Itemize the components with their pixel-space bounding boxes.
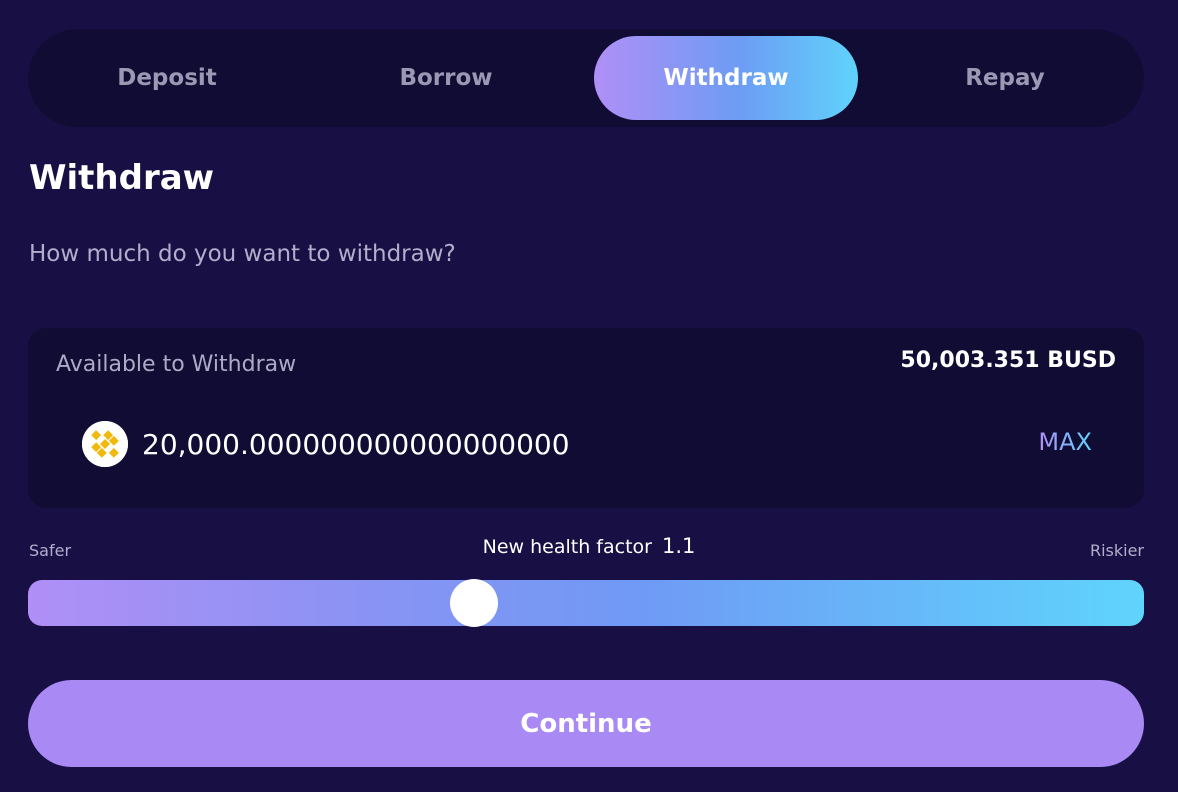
- busd-icon: [82, 421, 128, 467]
- available-label: Available to Withdraw: [56, 352, 297, 377]
- tab-borrow[interactable]: Borrow: [314, 36, 578, 120]
- health-factor: New health factor 1.1: [0, 534, 1178, 558]
- available-value: 50,003.351 BUSD: [900, 348, 1116, 373]
- tab-deposit[interactable]: Deposit: [35, 36, 299, 120]
- health-factor-label: New health factor: [482, 536, 652, 558]
- max-button[interactable]: MAX: [1038, 428, 1092, 456]
- amount-panel: Available to Withdraw 50,003.351 BUSD MA…: [28, 328, 1144, 508]
- health-factor-slider[interactable]: [28, 579, 1144, 627]
- withdraw-question: How much do you want to withdraw?: [29, 241, 456, 267]
- tab-repay[interactable]: Repay: [873, 36, 1137, 120]
- amount-input[interactable]: [142, 422, 962, 466]
- withdraw-page: Deposit Borrow Withdraw Repay Withdraw H…: [0, 0, 1178, 792]
- continue-button[interactable]: Continue: [28, 680, 1144, 767]
- health-factor-value: 1.1: [661, 534, 696, 558]
- riskier-label: Riskier: [1089, 541, 1144, 560]
- slider-thumb[interactable]: [450, 579, 499, 627]
- action-tabs: Deposit Borrow Withdraw Repay: [28, 29, 1144, 127]
- section-title: Withdraw: [29, 158, 215, 198]
- tab-withdraw[interactable]: Withdraw: [594, 36, 858, 120]
